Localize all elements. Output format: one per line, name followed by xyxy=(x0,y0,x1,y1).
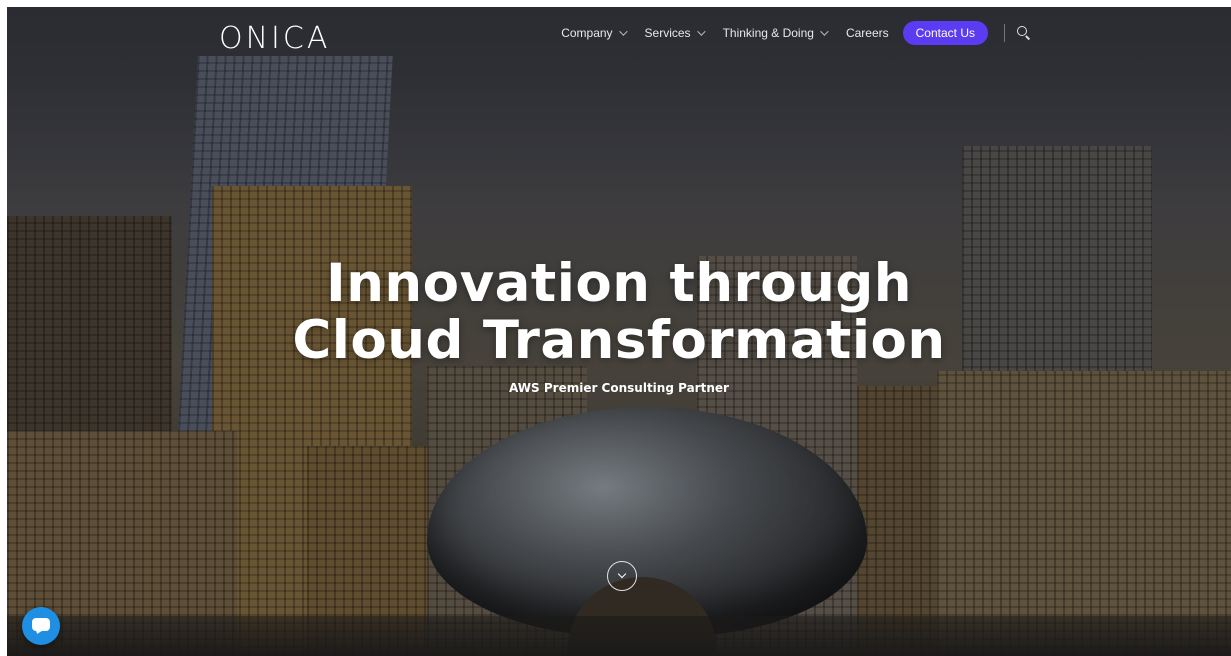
nav-item-label: Services xyxy=(644,26,691,40)
chevron-down-icon xyxy=(820,27,829,36)
hero-title-line-1: Innovation through xyxy=(325,253,913,314)
main-nav: Company Services Thinking & Doing Career… xyxy=(551,21,1031,45)
chat-widget-button[interactable] xyxy=(22,607,60,645)
nav-item-label: Careers xyxy=(845,26,889,40)
chevron-down-icon xyxy=(617,569,627,579)
nav-item-services[interactable]: Services xyxy=(644,26,706,40)
search-icon[interactable] xyxy=(1017,26,1031,40)
hero-section: ONICA Company Services Thinking & Doing … xyxy=(7,7,1231,656)
nav-item-thinking-doing[interactable]: Thinking & Doing xyxy=(722,26,829,40)
site-logo[interactable]: ONICA xyxy=(219,21,330,56)
contact-us-button[interactable]: Contact Us xyxy=(902,21,988,45)
chevron-down-icon xyxy=(618,27,628,36)
search-icon-handle xyxy=(1025,35,1031,40)
nav-item-company[interactable]: Company xyxy=(561,26,628,40)
hero-content: Innovation through Cloud Transformation … xyxy=(7,255,1231,395)
hero-subtitle: AWS Premier Consulting Partner xyxy=(509,381,729,395)
nav-item-careers[interactable]: Careers xyxy=(846,26,889,40)
nav-item-label: Company xyxy=(561,26,613,40)
nav-item-label: Thinking & Doing xyxy=(722,26,814,40)
scroll-down-button[interactable] xyxy=(607,561,637,591)
nav-divider xyxy=(1004,24,1005,42)
hero-title-line-2: Cloud Transformation xyxy=(292,310,946,371)
hero-title: Innovation through Cloud Transformation xyxy=(7,255,1231,369)
chevron-down-icon xyxy=(696,27,706,36)
